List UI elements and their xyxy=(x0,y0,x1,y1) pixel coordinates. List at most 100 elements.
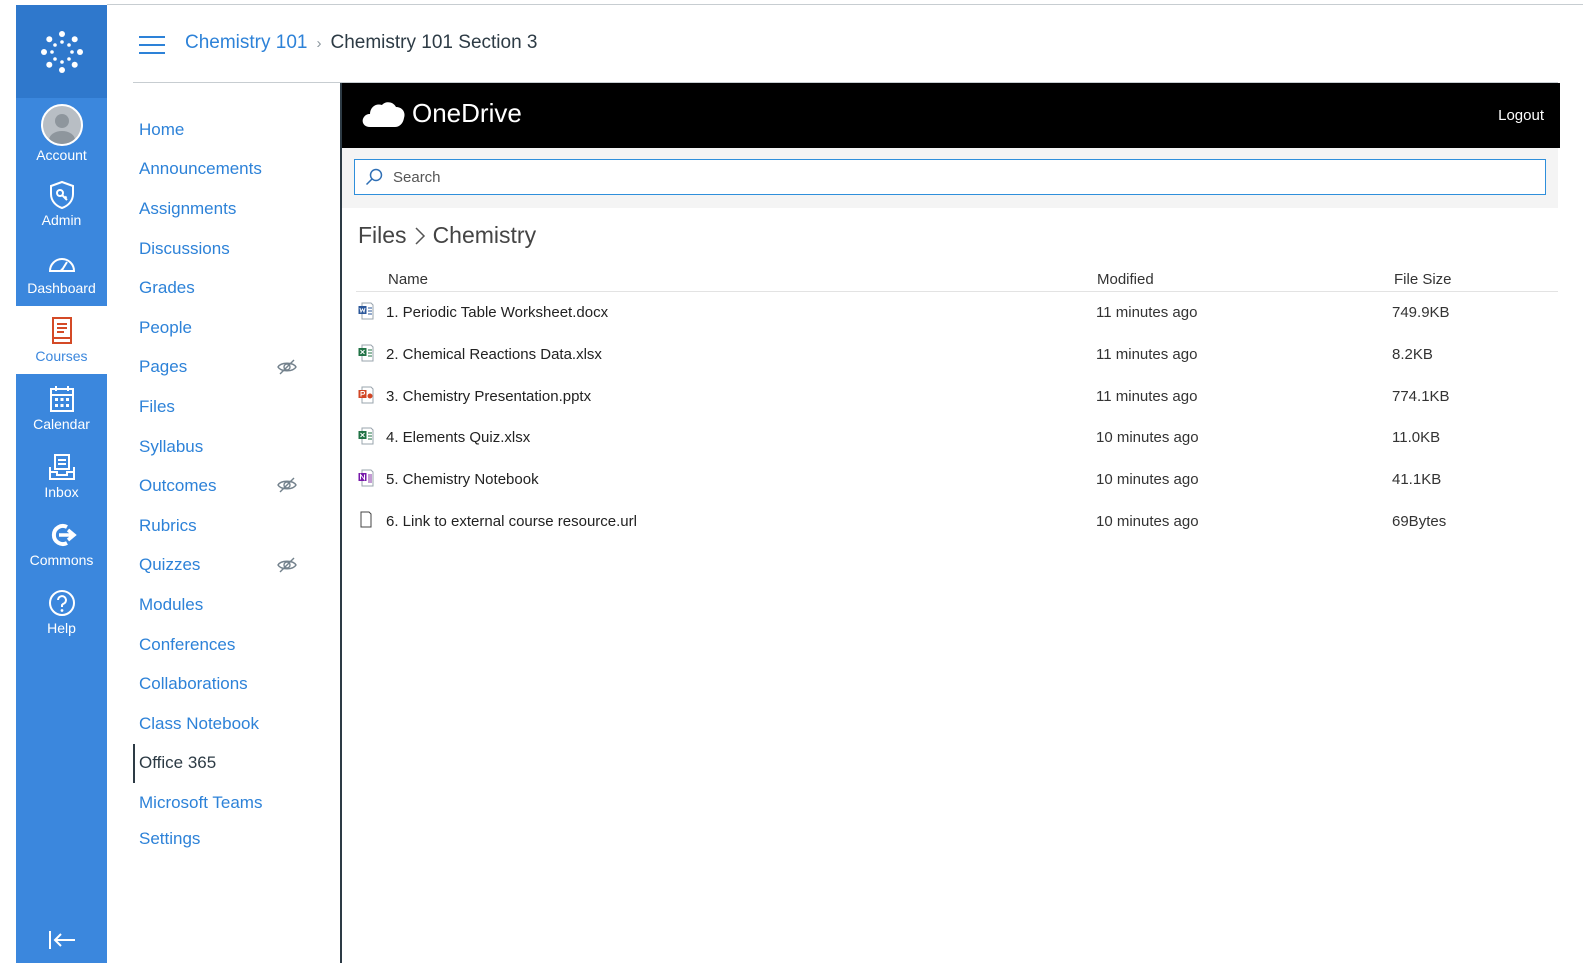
onedrive-frame: OneDrive Logout Files Chemistry Name Mod… xyxy=(340,83,1560,963)
table-row[interactable]: 1. Periodic Table Worksheet.docx 11 minu… xyxy=(356,292,1558,334)
course-nav-outcomes[interactable]: Outcomes xyxy=(133,466,341,506)
logout-link[interactable]: Logout xyxy=(1498,107,1544,124)
excel-file-icon xyxy=(358,344,374,362)
course-nav-modules[interactable]: Modules xyxy=(133,585,341,625)
file-name[interactable]: 2. Chemical Reactions Data.xlsx xyxy=(386,346,602,363)
table-row[interactable]: 6. Link to external course resource.url … xyxy=(356,501,1558,543)
course-nav-class-notebook[interactable]: Class Notebook xyxy=(133,704,341,744)
course-nav-grades[interactable]: Grades xyxy=(133,268,341,308)
shield-key-icon xyxy=(48,180,76,210)
global-nav-calendar[interactable]: Calendar xyxy=(16,374,107,442)
search-icon xyxy=(365,168,383,186)
canvas-logo-icon[interactable] xyxy=(16,5,107,98)
file-size: 69Bytes xyxy=(1392,512,1447,530)
course-nav-assignments[interactable]: Assignments xyxy=(133,189,341,229)
course-nav-label: Conferences xyxy=(139,634,236,654)
speedometer-icon xyxy=(47,248,77,278)
path-root-link[interactable]: Files xyxy=(358,222,407,249)
file-size: 41.1KB xyxy=(1392,471,1442,489)
course-nav-label: Assignments xyxy=(139,198,237,218)
course-nav-collaborations[interactable]: Collaborations xyxy=(133,664,341,704)
file-modified: 10 minutes ago xyxy=(1096,429,1199,447)
course-nav-home[interactable]: Home xyxy=(133,110,341,150)
course-nav-label: Syllabus xyxy=(139,436,204,456)
course-nav-office-365[interactable]: Office 365 xyxy=(133,743,341,784)
breadcrumb-separator: › xyxy=(316,34,322,52)
onedrive-brand: OneDrive xyxy=(360,98,522,129)
table-row[interactable]: 4. Elements Quiz.xlsx 10 minutes ago 11.… xyxy=(356,417,1558,459)
column-header-file-size[interactable]: File Size xyxy=(1394,271,1452,288)
global-nav-label: Help xyxy=(47,620,76,636)
course-nav-syllabus[interactable]: Syllabus xyxy=(133,427,341,467)
course-nav-conferences[interactable]: Conferences xyxy=(133,625,341,665)
collapse-nav-button[interactable] xyxy=(16,929,107,951)
file-size: 11.0KB xyxy=(1392,429,1441,447)
course-nav-discussions[interactable]: Discussions xyxy=(133,229,341,269)
global-nav-courses[interactable]: Courses xyxy=(16,306,107,374)
course-nav-label: Home xyxy=(139,119,185,139)
course-nav: Home Announcements Assignments Discussio… xyxy=(133,110,341,855)
course-nav-settings[interactable]: Settings xyxy=(133,823,341,855)
commons-icon xyxy=(47,520,77,550)
course-nav-label: Discussions xyxy=(139,238,230,258)
global-nav-label: Commons xyxy=(29,552,94,568)
book-icon xyxy=(50,316,74,346)
course-nav-label: Outcomes xyxy=(139,476,217,496)
course-nav-label: Files xyxy=(139,396,175,416)
file-modified: 10 minutes ago xyxy=(1096,512,1199,530)
course-nav-label: Grades xyxy=(139,278,195,298)
global-nav-admin[interactable]: Admin xyxy=(16,170,107,238)
hamburger-menu-icon[interactable] xyxy=(139,36,165,54)
file-name[interactable]: 3. Chemistry Presentation.pptx xyxy=(386,388,591,405)
course-nav-rubrics[interactable]: Rubrics xyxy=(133,506,341,546)
column-header-name[interactable]: Name xyxy=(388,271,428,288)
onedrive-title: OneDrive xyxy=(412,98,522,128)
course-nav-announcements[interactable]: Announcements xyxy=(133,150,341,190)
folder-path: Files Chemistry xyxy=(358,222,536,249)
global-nav-dashboard[interactable]: Dashboard xyxy=(16,238,107,306)
question-circle-icon xyxy=(48,588,76,618)
breadcrumb-course-link[interactable]: Chemistry 101 xyxy=(185,32,308,54)
global-nav-help[interactable]: Help xyxy=(16,578,107,646)
course-nav-files[interactable]: Files xyxy=(133,387,341,427)
inbox-icon xyxy=(48,452,76,482)
global-nav-label: Calendar xyxy=(33,416,90,432)
eye-slash-icon xyxy=(277,477,297,493)
course-nav-people[interactable]: People xyxy=(133,308,341,348)
top-border xyxy=(107,4,1583,5)
path-current-folder: Chemistry xyxy=(432,222,537,248)
global-nav-inbox[interactable]: Inbox xyxy=(16,442,107,510)
global-nav-commons[interactable]: Commons xyxy=(16,510,107,578)
onedrive-cloud-icon xyxy=(362,101,405,127)
course-nav-label: Rubrics xyxy=(139,515,197,535)
search-box[interactable] xyxy=(354,159,1546,195)
course-nav-pages[interactable]: Pages xyxy=(133,348,341,388)
global-nav-label: Admin xyxy=(41,212,82,228)
course-nav-label: Quizzes xyxy=(139,555,201,575)
course-nav-label: Announcements xyxy=(139,159,262,179)
user-avatar-icon xyxy=(40,104,83,146)
course-nav-microsoft-teams[interactable]: Microsoft Teams xyxy=(133,783,341,823)
table-row[interactable]: 5. Chemistry Notebook 10 minutes ago 41.… xyxy=(356,459,1558,501)
file-modified: 11 minutes ago xyxy=(1096,387,1198,405)
course-nav-quizzes[interactable]: Quizzes xyxy=(133,546,341,586)
table-row[interactable]: 2. Chemical Reactions Data.xlsx 11 minut… xyxy=(356,334,1558,376)
file-table-header: Name Modified File Size xyxy=(356,269,1558,292)
file-name[interactable]: 5. Chemistry Notebook xyxy=(386,471,539,488)
file-name[interactable]: 6. Link to external course resource.url xyxy=(386,513,637,530)
column-header-modified[interactable]: Modified xyxy=(1097,271,1154,288)
file-name[interactable]: 1. Periodic Table Worksheet.docx xyxy=(386,304,608,321)
file-name[interactable]: 4. Elements Quiz.xlsx xyxy=(386,429,530,446)
global-nav-label: Account xyxy=(36,147,87,163)
onedrive-header: OneDrive Logout xyxy=(342,83,1560,148)
table-row[interactable]: 3. Chemistry Presentation.pptx 11 minute… xyxy=(356,376,1558,418)
search-input[interactable] xyxy=(391,167,1495,187)
global-nav-account[interactable]: Account xyxy=(16,98,107,170)
file-size: 774.1KB xyxy=(1392,387,1450,405)
course-nav-label: People xyxy=(139,317,192,337)
generic-file-icon xyxy=(360,511,372,528)
collapse-arrow-icon xyxy=(48,931,75,949)
course-nav-label: Pages xyxy=(139,357,188,377)
file-list: 1. Periodic Table Worksheet.docx 11 minu… xyxy=(356,292,1558,543)
global-nav-label: Courses xyxy=(35,348,88,364)
